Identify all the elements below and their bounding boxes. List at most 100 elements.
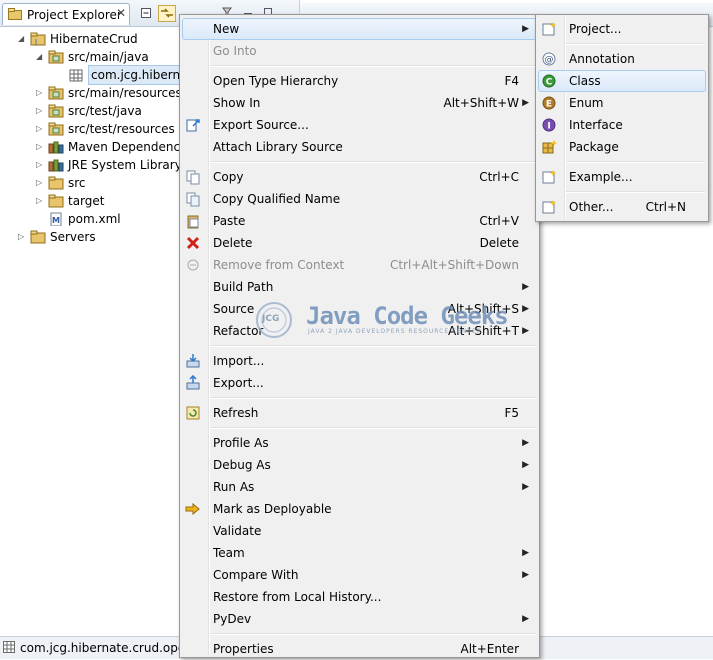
expanded-arrow-icon[interactable]: ◢ xyxy=(36,48,46,66)
new-menu-item-package[interactable]: Package xyxy=(536,136,708,158)
package-icon xyxy=(69,69,83,82)
expanded-arrow-icon[interactable]: ◢ xyxy=(18,30,28,48)
menu-item-delete[interactable]: Delete Delete xyxy=(180,232,539,254)
submenu-arrow-icon: ▶ xyxy=(522,304,529,314)
deployable-icon xyxy=(185,502,200,516)
source-folder-icon xyxy=(48,86,64,100)
library-icon xyxy=(48,141,64,154)
menu-item-copy-qualified-name[interactable]: Copy Qualified Name xyxy=(180,188,539,210)
menu-item-show-in[interactable]: Show In Alt+Shift+W ▶ xyxy=(180,92,539,114)
package-status-icon xyxy=(3,641,15,653)
menu-item-run-as[interactable]: Run As ▶ xyxy=(180,476,539,498)
menu-item-copy[interactable]: Copy Ctrl+C xyxy=(180,166,539,188)
new-menu-item-enum[interactable]: E Enum xyxy=(536,92,708,114)
tree-item-label: target xyxy=(68,194,105,208)
menu-item-import[interactable]: Import... xyxy=(180,350,539,372)
menu-item-label: Compare With xyxy=(213,568,299,582)
submenu-arrow-icon: ▶ xyxy=(522,24,529,34)
menu-item-debug-as[interactable]: Debug As ▶ xyxy=(180,454,539,476)
menu-item-label: Mark as Deployable xyxy=(213,502,332,516)
collapsed-arrow-icon[interactable]: ▷ xyxy=(36,138,46,156)
menu-item-label: Import... xyxy=(213,354,265,368)
menu-item-label: Open Type Hierarchy xyxy=(213,74,339,88)
menu-item-label: PyDev xyxy=(213,612,252,626)
menu-item-team[interactable]: Team ▶ xyxy=(180,542,539,564)
menu-item-label: Annotation xyxy=(569,52,635,66)
menu-item-label: Example... xyxy=(569,170,633,184)
menu-item-export-source[interactable]: Export Source... xyxy=(180,114,539,136)
menu-item-validate[interactable]: Validate xyxy=(180,520,539,542)
svg-text:@: @ xyxy=(545,55,554,65)
menu-item-label: Team xyxy=(213,546,245,560)
menu-item-paste[interactable]: Paste Ctrl+V xyxy=(180,210,539,232)
submenu-arrow-icon: ▶ xyxy=(522,98,529,108)
collapsed-arrow-icon[interactable]: ▷ xyxy=(36,84,46,102)
menu-item-mark-as-deployable[interactable]: Mark as Deployable xyxy=(180,498,539,520)
watermark-brand: Java Code Geeks xyxy=(306,302,509,330)
collapsed-arrow-icon[interactable]: ▷ xyxy=(36,156,46,174)
new-menu-item-annotation[interactable]: @ Annotation xyxy=(536,48,708,70)
menu-item-new[interactable]: New ▶ xyxy=(180,18,539,40)
menu-item-compare-with[interactable]: Compare With ▶ xyxy=(180,564,539,586)
menu-item-attach-library-source[interactable]: Attach Library Source xyxy=(180,136,539,158)
menu-item-pydev[interactable]: PyDev ▶ xyxy=(180,608,539,630)
menu-item-restore-from-local-history[interactable]: Restore from Local History... xyxy=(180,586,539,608)
menu-item-remove-from-context: Remove from Context Ctrl+Alt+Shift+Down xyxy=(180,254,539,276)
remove-context-icon xyxy=(187,259,199,271)
menu-item-label: Enum xyxy=(569,96,604,110)
svg-text:J: J xyxy=(34,38,37,46)
copy-qualified-icon xyxy=(186,192,200,207)
project-icon: J xyxy=(30,32,46,46)
maven-file-icon: M xyxy=(50,212,62,226)
collapsed-arrow-icon[interactable]: ▷ xyxy=(36,192,46,210)
project-explorer-title: Project Explorer xyxy=(27,8,122,22)
tree-item-label: HibernateCrud xyxy=(50,32,138,46)
link-icon xyxy=(161,8,173,18)
folder-icon xyxy=(30,230,46,244)
new-menu-item-class[interactable]: C Class xyxy=(536,70,708,92)
menu-item-shortcut: F4 xyxy=(504,74,519,88)
import-icon xyxy=(186,354,200,368)
menu-separator xyxy=(210,65,536,67)
new-menu-item-interface[interactable]: I Interface xyxy=(536,114,708,136)
collapsed-arrow-icon[interactable]: ▷ xyxy=(18,228,28,246)
menu-item-open-type-hierarchy[interactable]: Open Type Hierarchy F4 xyxy=(180,70,539,92)
menu-item-export[interactable]: Export... xyxy=(180,372,539,394)
menu-item-shortcut: Alt+Shift+W xyxy=(443,96,520,110)
collapse-all-button[interactable] xyxy=(137,5,155,22)
menu-item-label: Package xyxy=(569,140,619,154)
new-menu-item-project[interactable]: Project... xyxy=(536,18,708,40)
menu-item-label: Source xyxy=(213,302,255,316)
submenu-arrow-icon: ▶ xyxy=(522,282,529,292)
menu-item-label: Export Source... xyxy=(213,118,309,132)
package-new-icon xyxy=(542,140,557,154)
collapsed-arrow-icon[interactable]: ▷ xyxy=(36,174,46,192)
library-icon xyxy=(48,159,64,172)
menu-item-label: Run As xyxy=(213,480,255,494)
project-explorer-tab[interactable]: Project Explorer ✕ xyxy=(2,3,130,25)
menu-item-label: Other... xyxy=(569,200,614,214)
watermark-logo-text: JCG xyxy=(262,314,280,324)
menu-separator xyxy=(210,633,536,635)
annotation-icon: @ xyxy=(542,52,556,66)
menu-item-profile-as[interactable]: Profile As ▶ xyxy=(180,432,539,454)
new-menu-item-example[interactable]: Example... xyxy=(536,166,708,188)
menu-item-properties[interactable]: Properties Alt+Enter xyxy=(180,638,539,660)
copy-icon xyxy=(186,170,200,185)
menu-item-refresh[interactable]: Refresh F5 xyxy=(180,402,539,424)
menu-item-label: Copy Qualified Name xyxy=(213,192,341,206)
collapsed-arrow-icon[interactable]: ▷ xyxy=(36,120,46,138)
folder-icon xyxy=(48,176,64,190)
menu-item-label: Attach Library Source xyxy=(213,140,343,154)
close-tab-icon[interactable]: ✕ xyxy=(116,6,126,20)
link-with-editor-button[interactable] xyxy=(158,5,176,22)
menu-item-shortcut: Ctrl+V xyxy=(479,214,519,228)
menu-item-label: Class xyxy=(569,74,601,88)
menu-item-go-into: Go Into xyxy=(180,40,539,62)
menu-item-label: Profile As xyxy=(213,436,269,450)
tree-item-label: src/test/java xyxy=(68,104,142,118)
new-menu-item-other[interactable]: Other... Ctrl+N xyxy=(536,196,708,218)
collapsed-arrow-icon[interactable]: ▷ xyxy=(36,102,46,120)
tree-item-label: Maven Dependencie xyxy=(68,140,191,154)
export-source-icon xyxy=(186,119,200,132)
